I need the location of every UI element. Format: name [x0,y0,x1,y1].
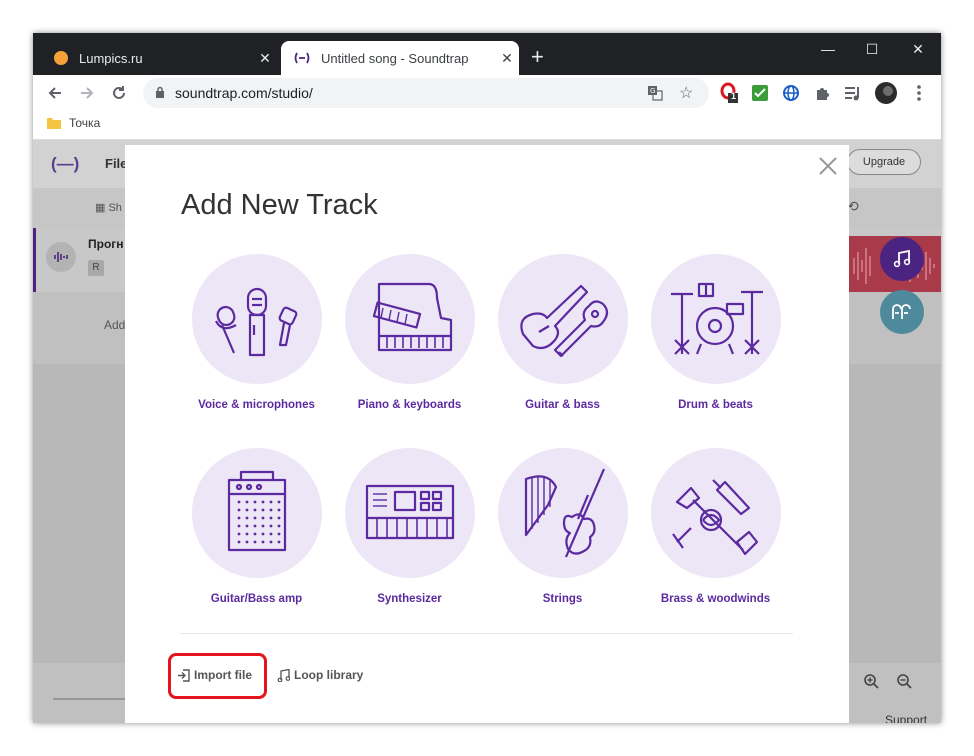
instrument-label: Guitar/Bass amp [210,593,303,605]
title-bar: Lumpics.ru ✕ Untitled song - Soundtrap ✕… [33,33,941,75]
soundtrap-logo[interactable]: (—) [51,154,79,174]
import-icon [177,668,190,682]
minimize-icon[interactable]: — [805,35,851,63]
opera-extension-icon[interactable]: 1 [717,81,741,105]
instrument-label: Piano & keyboards [357,399,462,411]
collaborators-icon[interactable] [880,290,924,334]
drums-icon [650,254,781,384]
modal-title: Add New Track [181,189,378,221]
back-icon[interactable] [43,81,67,105]
tab-lumpics[interactable]: Lumpics.ru ✕ [41,41,277,75]
browser-toolbar: soundtrap.com/studio/ G ☆ 1 [33,75,941,111]
lumpics-favicon-icon [53,50,69,66]
amp-icon [191,448,322,578]
bookmarks-bar: Точка [33,111,941,140]
synth-icon [344,448,475,578]
import-file-button[interactable]: Import file [177,668,252,682]
instrument-label: Brass & woodwinds [660,593,771,605]
add-track-modal: Add New Track Voice & microphones Piano … [125,145,849,723]
import-file-label: Import file [194,668,253,682]
loop-library-label: Loop library [294,668,364,682]
profile-avatar[interactable] [874,81,898,105]
close-icon[interactable] [815,153,841,179]
instrument-label: Guitar & bass [525,399,600,411]
puzzle-extensions-icon[interactable] [811,81,835,105]
support-link[interactable]: Support [885,713,927,723]
instrument-label: Strings [542,593,583,605]
instrument-voice[interactable]: Voice & microphones [180,254,333,411]
instrument-brass[interactable]: Brass & woodwinds [639,448,792,605]
instrument-drums[interactable]: Drum & beats [639,254,792,411]
track-name: Прогн [88,237,124,251]
upgrade-button[interactable]: Upgrade [847,149,921,175]
url-text: soundtrap.com/studio/ [175,85,313,101]
new-tab-button[interactable]: + [531,44,544,70]
maximize-icon[interactable]: ☐ [849,35,895,63]
bookmark-folder[interactable]: Точка [47,116,100,130]
add-track-label: Add [104,318,126,332]
soundtrap-favicon-icon [293,52,311,64]
brass-icon [650,448,781,578]
close-window-icon[interactable]: ✕ [895,35,941,63]
music-note-icon[interactable] [880,237,924,281]
close-tab-icon[interactable]: ✕ [495,50,519,67]
piano-icon [344,254,475,384]
forward-icon[interactable] [75,81,99,105]
instrument-label: Drum & beats [678,399,753,411]
zoom-out-icon[interactable] [896,673,912,694]
zoom-in-icon[interactable] [863,673,879,694]
record-arm-button[interactable]: R [88,260,104,276]
microphones-icon [191,254,322,384]
guitars-icon [497,254,628,384]
lock-icon [155,86,165,104]
globe-extension-icon[interactable] [779,81,803,105]
instrument-strings[interactable]: Strings [486,448,639,605]
strings-icon [497,448,628,578]
folder-icon [47,117,61,129]
modal-divider [180,633,793,634]
instrument-synth[interactable]: Synthesizer [333,448,486,605]
bookmark-label: Точка [69,116,101,130]
checkmark-extension-icon[interactable] [748,81,772,105]
music-notes-icon [277,668,290,682]
instrument-amp[interactable]: Guitar/Bass amp [180,448,333,605]
instrument-guitar[interactable]: Guitar & bass [486,254,639,411]
svg-text:G: G [650,87,655,95]
instrument-label: Voice & microphones [198,399,315,411]
browser-menu-icon[interactable] [907,81,931,105]
subbar-item[interactable]: ▦ Sh [95,201,122,214]
close-tab-icon[interactable]: ✕ [253,50,277,67]
translate-icon[interactable]: G [647,85,663,106]
instrument-label: Synthesizer [377,593,442,605]
tab-title: Lumpics.ru [79,50,143,66]
waveform-icon [46,242,76,272]
tab-title: Untitled song - Soundtrap [321,50,469,66]
bookmark-star-icon[interactable]: ☆ [679,83,693,103]
grid-icon: ▦ [95,202,109,214]
tab-soundtrap[interactable]: Untitled song - Soundtrap ✕ [281,41,519,75]
address-bar[interactable]: soundtrap.com/studio/ G ☆ [143,78,709,108]
extension-badge: 1 [731,91,737,101]
reload-icon[interactable] [107,81,131,105]
volume-slider[interactable] [53,698,133,700]
loop-library-button[interactable]: Loop library [277,668,363,682]
media-controls-icon[interactable] [841,81,865,105]
browser-window: Lumpics.ru ✕ Untitled song - Soundtrap ✕… [33,33,941,723]
instrument-piano[interactable]: Piano & keyboards [333,254,486,411]
